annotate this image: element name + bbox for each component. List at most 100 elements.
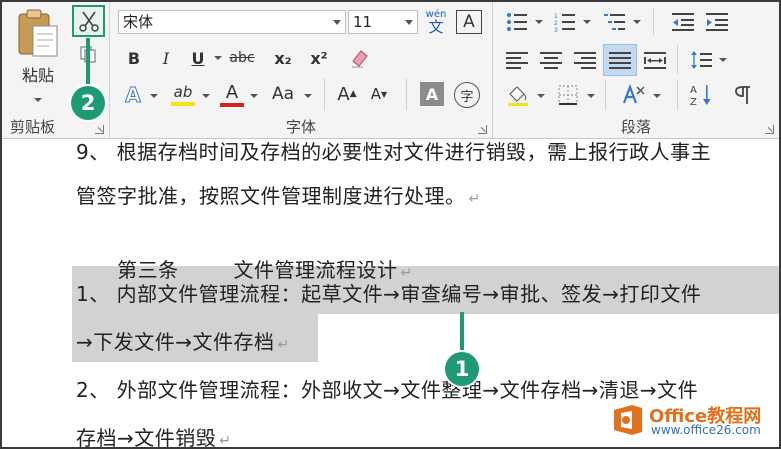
bullets-button[interactable] [503,10,531,34]
chinese-layout-dropdown-icon[interactable] [653,94,661,98]
align-center-button[interactable] [537,46,565,74]
paragraph-mark: ↵ [468,191,481,207]
doc-line-2-text: 管签字批准，按照文件管理制度进行处理。 [76,184,466,208]
text-effects-button[interactable]: A [120,82,146,108]
highlight-button[interactable]: ab [168,80,198,108]
superscript-button[interactable]: x² [306,46,332,70]
decrease-indent-button[interactable] [669,10,697,34]
doc-line-4[interactable]: 1、 内部文件管理流程：起草文件→审查编号→审批、签发→打印文件 [76,278,701,307]
line-spacing-icon [691,51,712,69]
font-color-swatch [220,102,244,107]
paragraph-mark: ↵ [219,433,232,449]
cut-button[interactable] [72,5,105,37]
change-case-glyph: Aa [271,84,295,104]
character-border-button[interactable]: A [456,10,482,34]
doc-line-6[interactable]: 2、 外部文件管理流程：外部收文→文件整理→文件存档→清退→文件 [76,374,698,403]
phonetic-guide-button[interactable]: wén 文 [422,6,450,38]
font-row-divider-2 [406,78,407,110]
change-case-button[interactable]: Aa [266,82,300,106]
underline-button[interactable]: U [186,46,210,70]
line-spacing-dropdown-icon[interactable] [719,58,727,62]
character-shading-glyph: A [425,84,439,104]
borders-button[interactable] [555,82,581,108]
doc-line-4-text: 1、 内部文件管理流程：起草文件→审查编号→审批、签发→打印文件 [76,282,702,306]
watermark: Office教程网 www.office26.com [611,401,773,439]
clipboard-icon [18,9,58,57]
doc-line-5-text: →下发文件→文件存档 [76,330,275,354]
font-size-dropdown-icon[interactable] [401,11,417,33]
paste-dropdown-icon[interactable] [34,98,42,102]
numbering-dropdown-icon[interactable] [583,20,591,24]
bold-button[interactable]: B [122,46,146,70]
highlight-color-swatch [171,101,195,106]
strikethrough-button[interactable]: abc [224,46,260,70]
italic-glyph: I [162,48,170,68]
watermark-url: www.office26.com [651,423,761,437]
font-size-value: 11 [353,13,373,31]
ribbon: 粘贴 剪贴板 宋体 11 wén 文 A B I U abc x₂ x² A a… [2,2,779,139]
clear-formatting-button[interactable] [346,44,374,72]
numbering-button[interactable]: 1 2 3 [551,10,579,34]
enclose-characters-button[interactable]: 字 [454,82,480,108]
distributed-button[interactable] [641,46,669,74]
multilevel-list-dropdown-icon[interactable] [633,20,641,24]
doc-line-1[interactable]: 9、 根据存档时间及存档的必要性对文件进行销毁，需上报行政人事主 [76,140,711,165]
font-size-combobox[interactable]: 11 [348,10,418,34]
distributed-icon [644,52,666,69]
font-color-button[interactable]: A [218,80,246,108]
eraser-icon [352,50,368,68]
paragraph-row-divider [653,8,654,36]
svg-text:2: 2 [554,20,558,27]
shading-dropdown-icon[interactable] [537,94,545,98]
borders-icon [558,85,578,105]
office-logo-icon [614,405,642,435]
paragraph-group-label: 段落 [620,118,651,136]
change-case-dropdown-icon[interactable] [304,94,312,98]
increase-indent-button[interactable] [703,10,731,34]
justify-icon [609,52,631,69]
chinese-layout-button[interactable] [617,80,649,110]
bullets-dropdown-icon[interactable] [535,20,543,24]
underline-dropdown-icon[interactable] [214,56,222,60]
paste-button[interactable]: 粘贴 [10,8,66,108]
font-dialog-launcher-icon[interactable] [478,125,487,134]
shrink-font-glyph: A [370,85,382,103]
callout-1-number: 1 [454,357,470,381]
italic-button[interactable]: I [154,46,178,70]
paragraph-row-divider-4 [677,80,678,110]
font-name-combobox[interactable]: 宋体 [118,10,346,34]
strikethrough-glyph: abc [229,50,255,66]
align-right-button[interactable] [571,46,599,74]
pilcrow-icon [735,86,750,104]
doc-line-5[interactable]: →下发文件→文件存档 ↵ [76,326,290,355]
paragraph-mark: ↵ [277,337,290,353]
paragraph-row-divider-2 [677,44,678,74]
text-effects-dropdown-icon[interactable] [150,94,158,98]
font-name-dropdown-icon[interactable] [329,11,345,33]
highlight-dropdown-icon[interactable] [202,94,210,98]
line-spacing-button[interactable] [687,46,715,74]
shading-button[interactable] [503,80,533,110]
callout-1: 1 [445,352,479,386]
doc-line-2[interactable]: 管签字批准，按照文件管理制度进行处理。 ↵ [76,180,481,209]
clipboard-dialog-launcher-icon[interactable] [95,125,104,134]
shrink-font-button[interactable]: A ▼ [366,82,392,106]
borders-dropdown-icon[interactable] [587,94,595,98]
justify-button[interactable] [603,44,637,76]
multilevel-list-button[interactable] [601,10,629,34]
underline-glyph: U [191,48,205,68]
doc-line-7[interactable]: 存档→文件销毁 ↵ [76,422,232,449]
character-shading-button[interactable]: A [420,82,444,106]
subscript-button[interactable]: x₂ [270,46,296,70]
sort-button[interactable]: A Z [687,80,715,110]
font-group-label: 字体 [285,118,316,136]
grow-font-glyph: A [337,83,350,105]
show-formatting-marks-button[interactable] [729,80,757,110]
paragraph-dialog-launcher-icon[interactable] [765,125,774,134]
increase-indent-icon [706,13,728,31]
doc-line-1-text: 9、 根据存档时间及存档的必要性对文件进行销毁，需上报行政人事主 [76,140,712,164]
scissors-icon [78,11,99,32]
grow-font-button[interactable]: A ▲ [334,82,360,106]
align-left-button[interactable] [503,46,531,74]
font-color-dropdown-icon[interactable] [250,94,258,98]
